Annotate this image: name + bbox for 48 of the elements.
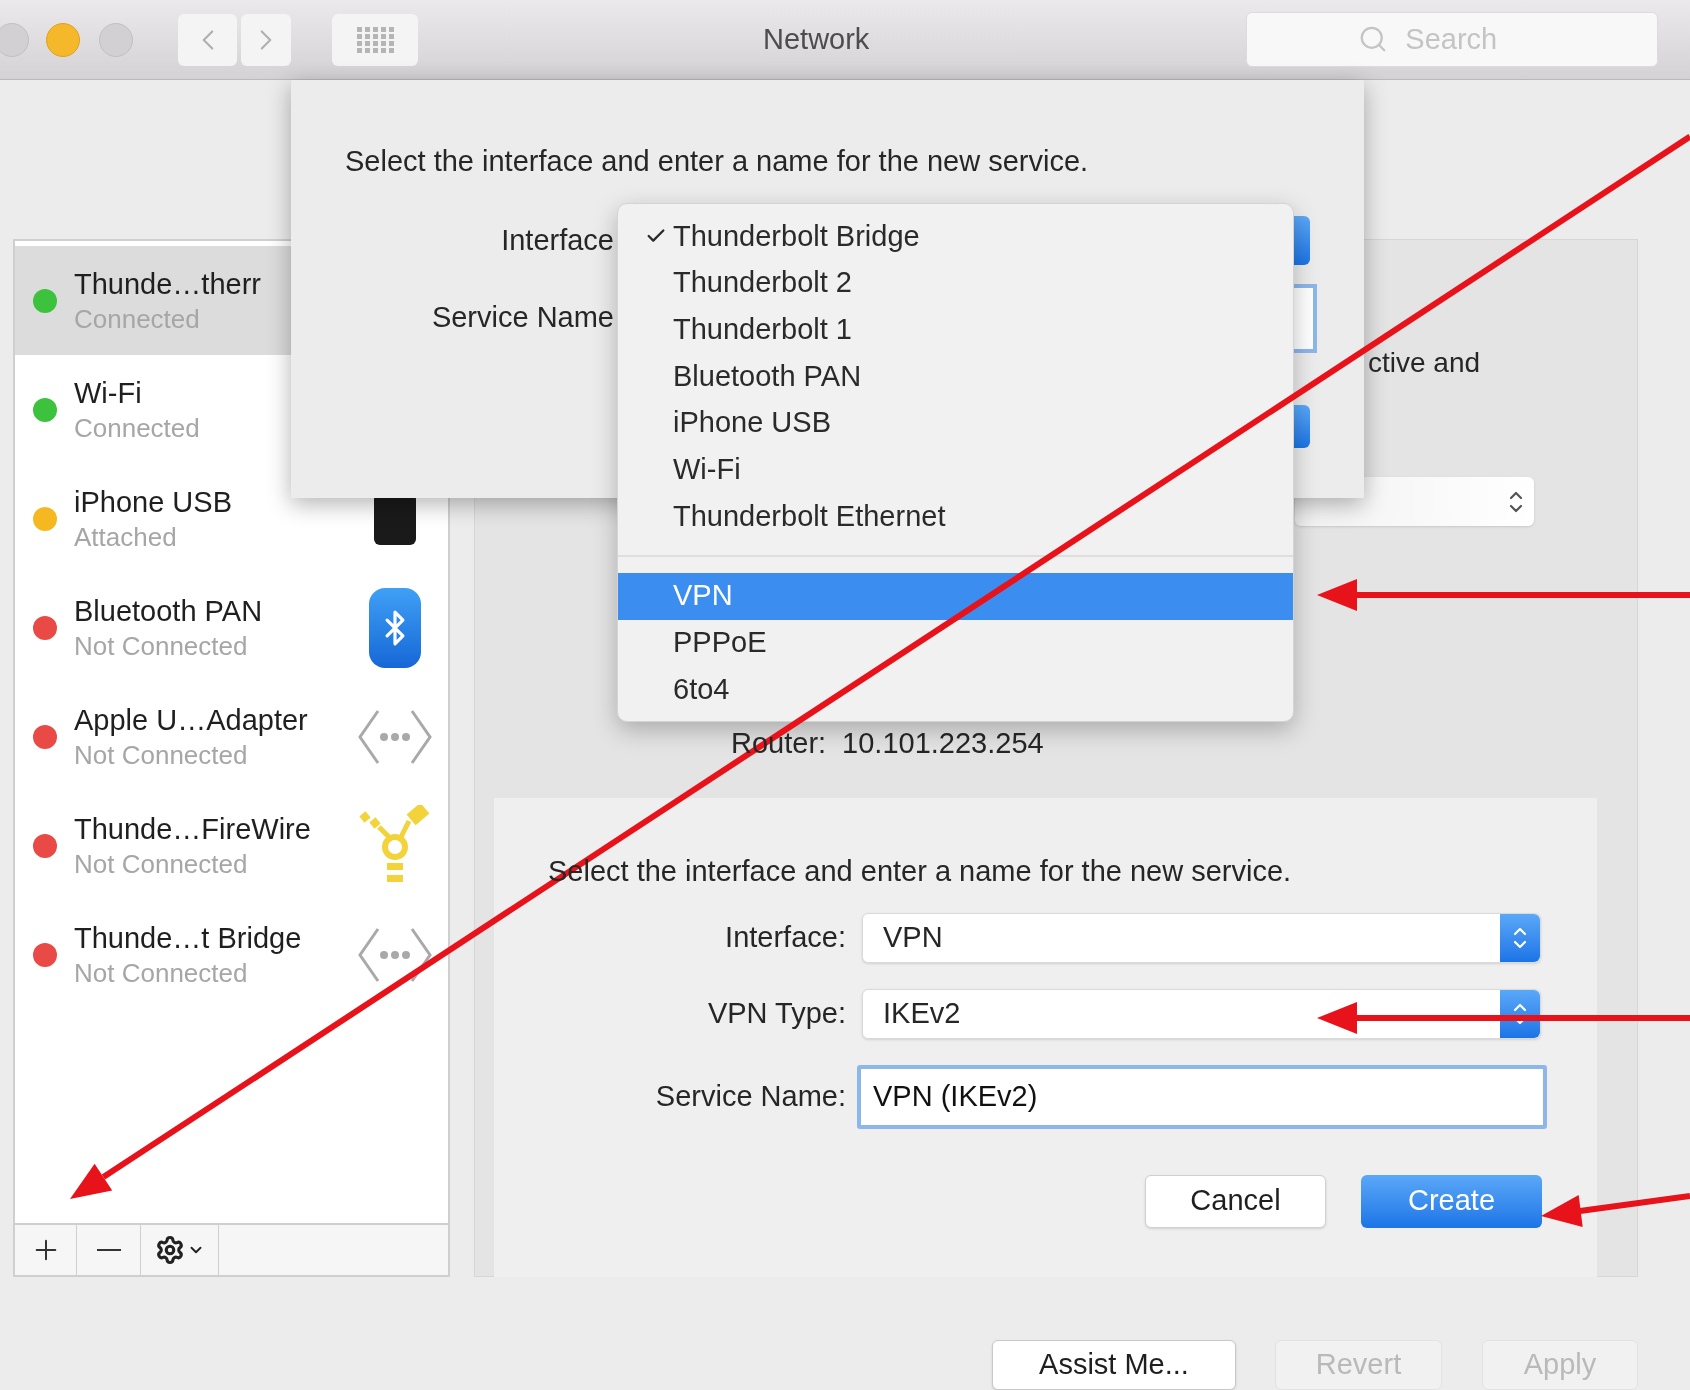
popup-button[interactable]: IKEv2 — [862, 988, 1541, 1039]
service-name: iPhone USB — [74, 484, 233, 520]
menu-item[interactable]: iPhone USB — [618, 399, 1293, 447]
text-field-edge[interactable] — [1294, 283, 1317, 353]
menu-item[interactable]: Thunderbolt 2 — [618, 259, 1293, 307]
service-status: Not Connected — [74, 629, 249, 663]
service-name: Bluetooth PAN — [74, 593, 264, 629]
arrowhead-icon — [70, 1163, 113, 1199]
menu-item[interactable]: Wi-Fi — [618, 446, 1293, 494]
service-name: Thunde…t Bridge — [74, 920, 303, 956]
service-status: Connected — [74, 411, 201, 445]
forward-button[interactable] — [241, 13, 291, 66]
service-status: Attached — [74, 520, 178, 554]
menu-item[interactable]: 6to4 — [618, 666, 1293, 713]
service-status: Not Connected — [74, 847, 249, 881]
service-name-field[interactable]: VPN (IKEv2) — [857, 1064, 1547, 1129]
zoom-button[interactable] — [99, 22, 133, 57]
grid-icon — [355, 25, 395, 54]
menu-item[interactable]: Thunderbolt Bridge — [618, 213, 1293, 260]
minimize-button[interactable] — [46, 22, 80, 57]
cancel-button[interactable]: Cancel — [1145, 1174, 1326, 1228]
service-name: Thunde…FireWire — [74, 811, 312, 847]
window-title: Network — [763, 21, 870, 57]
field-label: VPN Type: — [706, 995, 846, 1031]
sheet-prompt: Select the interface and enter a name for the new service. — [345, 144, 1090, 179]
back-button[interactable] — [178, 13, 237, 66]
field-label: Interface: — [724, 919, 846, 955]
menu-item[interactable]: PPPoE — [618, 619, 1293, 667]
button-edge[interactable] — [1294, 404, 1310, 448]
interface-label: Interface — [500, 222, 614, 258]
show-all-button[interactable] — [332, 13, 418, 66]
close-button[interactable] — [0, 22, 29, 57]
service-name: Wi-Fi — [74, 375, 143, 411]
service-name: Apple U…Adapter — [74, 702, 309, 738]
service-status: Not Connected — [74, 738, 249, 772]
settings-icon — [154, 1235, 185, 1265]
footer-button[interactable]: Assist Me... — [992, 1340, 1236, 1390]
router-address: 10.101.223.254 — [842, 726, 1044, 761]
description-text: ctive and — [1368, 346, 1481, 380]
minus-icon — [96, 1249, 121, 1251]
menu-item[interactable]: Thunderbolt 1 — [618, 306, 1293, 354]
menu-item[interactable]: Bluetooth PAN — [618, 353, 1293, 400]
menu-item[interactable]: Thunderbolt Ethernet — [618, 493, 1293, 540]
popup-button[interactable]: VPN — [862, 912, 1541, 963]
service-name: Thunde…therr — [74, 266, 262, 302]
service-status: Not Connected — [74, 956, 249, 990]
field-label: Service Name: — [654, 1078, 846, 1114]
bluetooth-icon — [369, 587, 421, 668]
